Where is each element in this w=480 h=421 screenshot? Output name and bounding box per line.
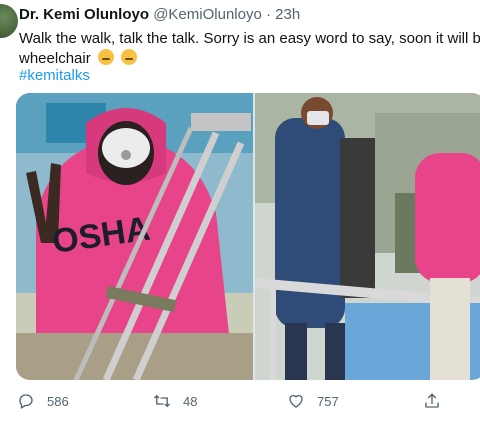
tweet-text-line-2-text: wheelchair: [19, 50, 91, 67]
author-name[interactable]: Dr. Kemi Olunloyo: [19, 6, 149, 23]
photo-right-illustration: [255, 93, 480, 380]
retweet-count: 48: [183, 393, 198, 409]
tweet-header: Dr. Kemi Olunloyo @KemiOlunloyo · 23h: [19, 6, 300, 23]
media-photo-left[interactable]: OSHA: [16, 93, 253, 380]
tweet-time[interactable]: 23h: [275, 6, 300, 23]
reply-action[interactable]: 586: [17, 392, 69, 410]
tweet-text-line-2: wheelchair: [19, 49, 480, 69]
tweet-actions: 586 48 757: [0, 386, 480, 416]
like-icon: [289, 394, 303, 408]
tweet-text: Walk the walk, talk the talk. Sorry is a…: [19, 29, 480, 69]
hashtag-link[interactable]: #kemitalks: [19, 67, 90, 84]
smirk-emoji-icon: [121, 49, 138, 65]
tweet-text-line-1: Walk the walk, talk the talk. Sorry is a…: [19, 30, 480, 47]
avatar[interactable]: [0, 4, 18, 38]
rolling-eyes-emoji-icon: [97, 49, 114, 65]
media-photo-right[interactable]: [255, 93, 480, 380]
photo-left-illustration: OSHA: [16, 93, 253, 380]
share-icon: [425, 393, 439, 408]
retweet-icon: [154, 394, 170, 408]
tweet-media[interactable]: OSHA: [16, 93, 480, 380]
reply-count: 586: [47, 393, 69, 409]
like-action[interactable]: 757: [287, 392, 339, 410]
retweet-action[interactable]: 48: [153, 392, 197, 410]
like-count: 757: [317, 393, 339, 409]
separator: ·: [265, 6, 271, 23]
author-handle[interactable]: @KemiOlunloyo: [153, 6, 262, 23]
share-action[interactable]: [423, 392, 441, 410]
reply-icon: [19, 394, 33, 409]
